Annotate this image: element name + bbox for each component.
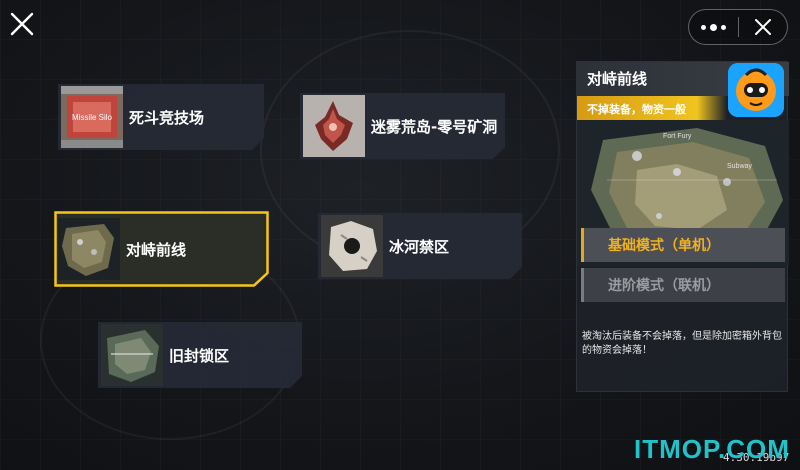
close-icon: [754, 19, 771, 35]
panel-title: 对峙前线: [587, 70, 648, 88]
mode-description: 被淘汰后装备不会掉落，但是除加密箱外背包的物资会掉落！: [582, 331, 782, 356]
map-subtitle-banner: 不掉装备，物资一般: [577, 96, 727, 120]
map-thumbnail-mist-island: [303, 95, 365, 157]
mini-program-capsule: [688, 9, 788, 45]
mode-label: 进阶模式（联机）: [608, 278, 720, 294]
map-card-mist-island[interactable]: 迷雾荒岛-零号矿洞: [300, 93, 505, 159]
map-thumbnail-frontline: [58, 218, 120, 280]
map-thumbnail-old-lockdown: [101, 324, 163, 386]
more-dots-icon: [700, 23, 726, 31]
thumbnail-text: Missile Silo: [72, 113, 113, 122]
map-card-arena[interactable]: Missile Silo 死斗竞技场: [58, 84, 264, 150]
map-card-old-lockdown[interactable]: 旧封锁区: [98, 322, 302, 388]
exit-button[interactable]: [738, 10, 787, 44]
itmop-watermark: ITMOP.COM: [634, 434, 790, 464]
mode-label: 基础模式（单机）: [608, 238, 720, 254]
map-card-label: 冰河禁区: [389, 237, 450, 256]
map-label-subway: Subway: [727, 163, 752, 170]
map-thumbnail-arena: Missile Silo: [61, 86, 123, 148]
map-card-frontline[interactable]: 对峙前线: [55, 212, 268, 286]
mode-button-basic-single[interactable]: 基础模式（单机）: [581, 228, 785, 262]
map-card-label: 对峙前线: [126, 240, 187, 259]
more-button[interactable]: [689, 10, 738, 44]
map-card-label: 死斗竞技场: [129, 108, 205, 127]
map-thumbnail-glacier: [321, 215, 383, 277]
map-card-glacier[interactable]: 冰河禁区: [318, 213, 522, 279]
map-label-fort: Fort Fury: [663, 133, 692, 140]
close-x-icon: [10, 12, 34, 36]
app-mascot-logo: [728, 63, 784, 117]
map-card-label: 迷雾荒岛-零号矿洞: [371, 117, 498, 136]
map-card-label: 旧封锁区: [169, 346, 230, 365]
mode-button-advanced-online[interactable]: 进阶模式（联机）: [581, 268, 785, 302]
map-subtitle: 不掉装备，物资一般: [587, 103, 686, 116]
svg-text:ITMOP.COM: ITMOP.COM: [634, 434, 790, 464]
back-close-button[interactable]: [4, 6, 40, 42]
